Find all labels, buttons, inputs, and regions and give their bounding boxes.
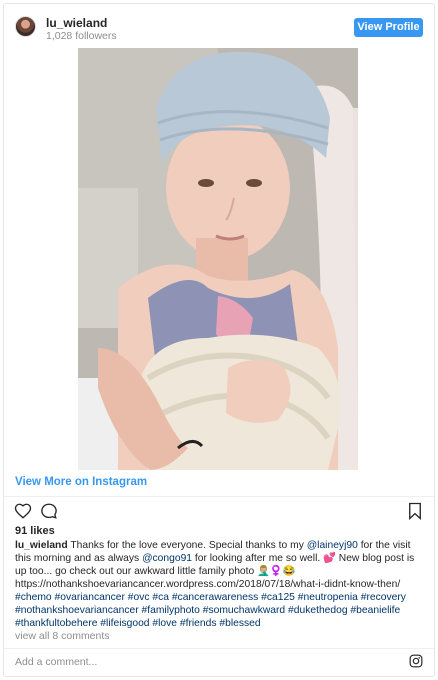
post-caption: lu_wieland Thanks for the love everyone.… bbox=[15, 539, 425, 630]
add-comment-field[interactable]: Add a comment... bbox=[15, 656, 97, 668]
mention-link[interactable]: @laineyj90 bbox=[307, 540, 358, 551]
follower-count: 1,028 followers bbox=[46, 30, 117, 42]
view-profile-button[interactable]: View Profile bbox=[354, 18, 423, 37]
instagram-icon[interactable] bbox=[409, 654, 423, 668]
instagram-embed-card: lu_wieland 1,028 followers View Profile bbox=[3, 3, 435, 677]
divider bbox=[4, 496, 434, 497]
hashtag-links[interactable]: #chemo #ovariancancer #ovc #ca #canceraw… bbox=[15, 592, 406, 629]
post-photo[interactable] bbox=[78, 48, 358, 470]
caption-username[interactable]: lu_wieland bbox=[15, 540, 68, 551]
username[interactable]: lu_wieland bbox=[46, 16, 107, 30]
post-media[interactable] bbox=[4, 48, 434, 470]
post-header: lu_wieland 1,028 followers View Profile bbox=[4, 4, 434, 48]
view-comments-link[interactable]: view all 8 comments bbox=[15, 630, 110, 642]
like-count[interactable]: 91 likes bbox=[15, 525, 55, 537]
divider bbox=[4, 648, 434, 649]
avatar[interactable] bbox=[15, 16, 36, 37]
bookmark-icon[interactable] bbox=[406, 502, 424, 520]
mention-link[interactable]: @congo91 bbox=[142, 553, 192, 564]
comment-icon[interactable] bbox=[40, 502, 58, 520]
heart-icon[interactable] bbox=[14, 502, 32, 520]
caption-text: Thanks for the love everyone. Special th… bbox=[67, 540, 307, 551]
photo-illustration bbox=[78, 48, 358, 470]
action-bar bbox=[4, 502, 434, 524]
view-more-link[interactable]: View More on Instagram bbox=[15, 476, 147, 488]
